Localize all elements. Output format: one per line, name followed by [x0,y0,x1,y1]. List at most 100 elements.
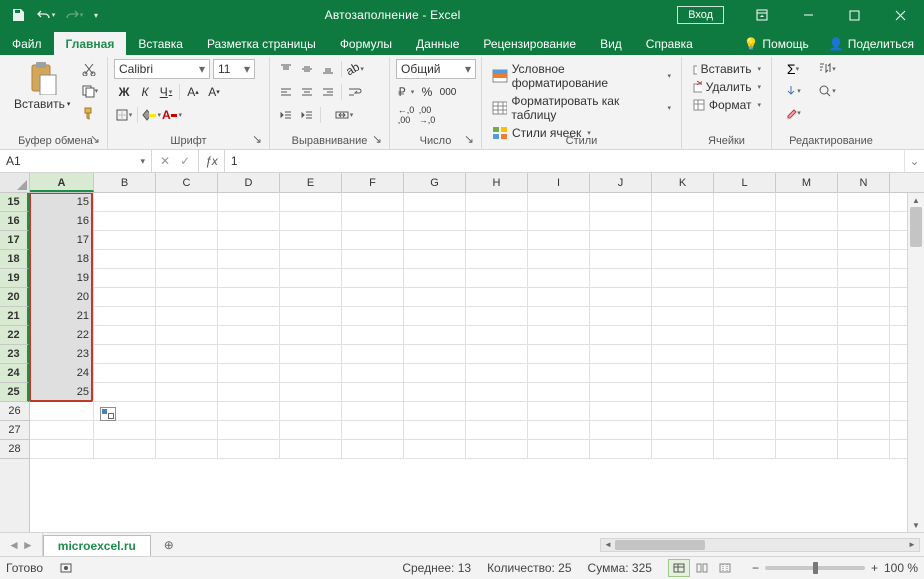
align-center-icon[interactable] [297,82,317,102]
cell[interactable] [652,212,714,230]
cell[interactable] [652,345,714,363]
tab-layout[interactable]: Разметка страницы [195,32,328,55]
cell[interactable] [218,326,280,344]
cell[interactable] [404,288,466,306]
cell[interactable] [30,402,94,420]
name-box[interactable]: A1▾ [0,150,152,172]
column-header-K[interactable]: K [652,173,714,192]
column-header-B[interactable]: B [94,173,156,192]
column-header-E[interactable]: E [280,173,342,192]
cell[interactable] [404,402,466,420]
cell[interactable] [156,307,218,325]
tell-me-button[interactable]: 💡Помощь [733,33,818,55]
row-header-28[interactable]: 28 [0,440,29,459]
cell[interactable] [528,212,590,230]
cell[interactable] [838,269,890,287]
cell[interactable] [838,364,890,382]
cell[interactable] [30,421,94,439]
cell[interactable] [342,440,404,458]
row-header-21[interactable]: 21 [0,307,29,326]
cell[interactable] [466,231,528,249]
cell[interactable] [404,345,466,363]
comma-icon[interactable]: 000 [438,82,458,102]
clear-button[interactable]: ▾ [778,103,808,123]
cell[interactable] [776,231,838,249]
cell[interactable]: 15 [30,193,94,211]
cell[interactable]: 18 [30,250,94,268]
cell[interactable] [714,193,776,211]
cell[interactable] [342,193,404,211]
column-header-M[interactable]: M [776,173,838,192]
cell[interactable] [94,269,156,287]
increase-decimal-icon[interactable]: ←,0,00 [396,105,416,125]
cell[interactable] [30,440,94,458]
cell[interactable] [342,269,404,287]
cell[interactable] [528,231,590,249]
italic-button[interactable]: К [135,82,155,102]
cell[interactable] [280,402,342,420]
horizontal-scrollbar[interactable]: ◄ ► [600,538,920,552]
insert-cells-button[interactable]: Вставить▾ [688,61,765,77]
cell[interactable] [528,421,590,439]
new-sheet-button[interactable]: ⊕ [157,533,181,556]
cell[interactable] [652,402,714,420]
cell[interactable] [528,269,590,287]
font-color-button[interactable]: A▾ [162,105,182,125]
cell[interactable] [466,402,528,420]
save-icon[interactable] [6,3,30,27]
tab-file[interactable]: Файл [0,32,54,55]
cell[interactable] [776,193,838,211]
scroll-down-icon[interactable]: ▼ [908,518,924,532]
fill-color-button[interactable]: ▾ [141,105,161,125]
cell[interactable] [652,269,714,287]
cell[interactable] [652,307,714,325]
cell[interactable] [280,345,342,363]
cell[interactable] [280,364,342,382]
cell[interactable] [776,421,838,439]
cell[interactable] [280,440,342,458]
cell[interactable] [280,212,342,230]
row-header-19[interactable]: 19 [0,269,29,288]
cell[interactable] [156,364,218,382]
cell[interactable] [94,345,156,363]
font-size-combo[interactable]: 11▾ [213,59,255,79]
conditional-formatting-button[interactable]: Условное форматирование▾ [488,61,675,91]
cell[interactable] [838,250,890,268]
merge-button[interactable]: ▾ [324,105,364,125]
row-header-20[interactable]: 20 [0,288,29,307]
cell[interactable] [280,421,342,439]
cell[interactable] [342,250,404,268]
number-format-combo[interactable]: Общий▾ [396,59,476,79]
cell[interactable] [590,326,652,344]
font-launcher-icon[interactable]: ↘ [252,132,266,146]
cell[interactable] [590,231,652,249]
cell[interactable] [218,212,280,230]
cell[interactable] [590,193,652,211]
align-left-icon[interactable] [276,82,296,102]
cell[interactable] [218,307,280,325]
cell[interactable] [94,307,156,325]
cell[interactable] [714,383,776,401]
cell[interactable] [652,421,714,439]
cell[interactable] [94,250,156,268]
cell[interactable]: 24 [30,364,94,382]
percent-icon[interactable]: % [417,82,437,102]
cell[interactable] [590,307,652,325]
cell[interactable] [218,402,280,420]
cell[interactable] [404,307,466,325]
cell[interactable] [838,231,890,249]
cell[interactable] [404,269,466,287]
cell[interactable] [838,326,890,344]
cell[interactable] [280,326,342,344]
cell[interactable] [218,288,280,306]
cell[interactable] [652,383,714,401]
cell[interactable] [156,326,218,344]
formula-input[interactable]: 1 [225,150,904,172]
cell[interactable] [838,193,890,211]
cell[interactable] [528,402,590,420]
cell[interactable] [466,326,528,344]
increase-indent-icon[interactable] [297,105,317,125]
cell[interactable] [280,383,342,401]
prev-sheet-icon[interactable]: ◄ [8,538,20,552]
cell[interactable] [590,440,652,458]
